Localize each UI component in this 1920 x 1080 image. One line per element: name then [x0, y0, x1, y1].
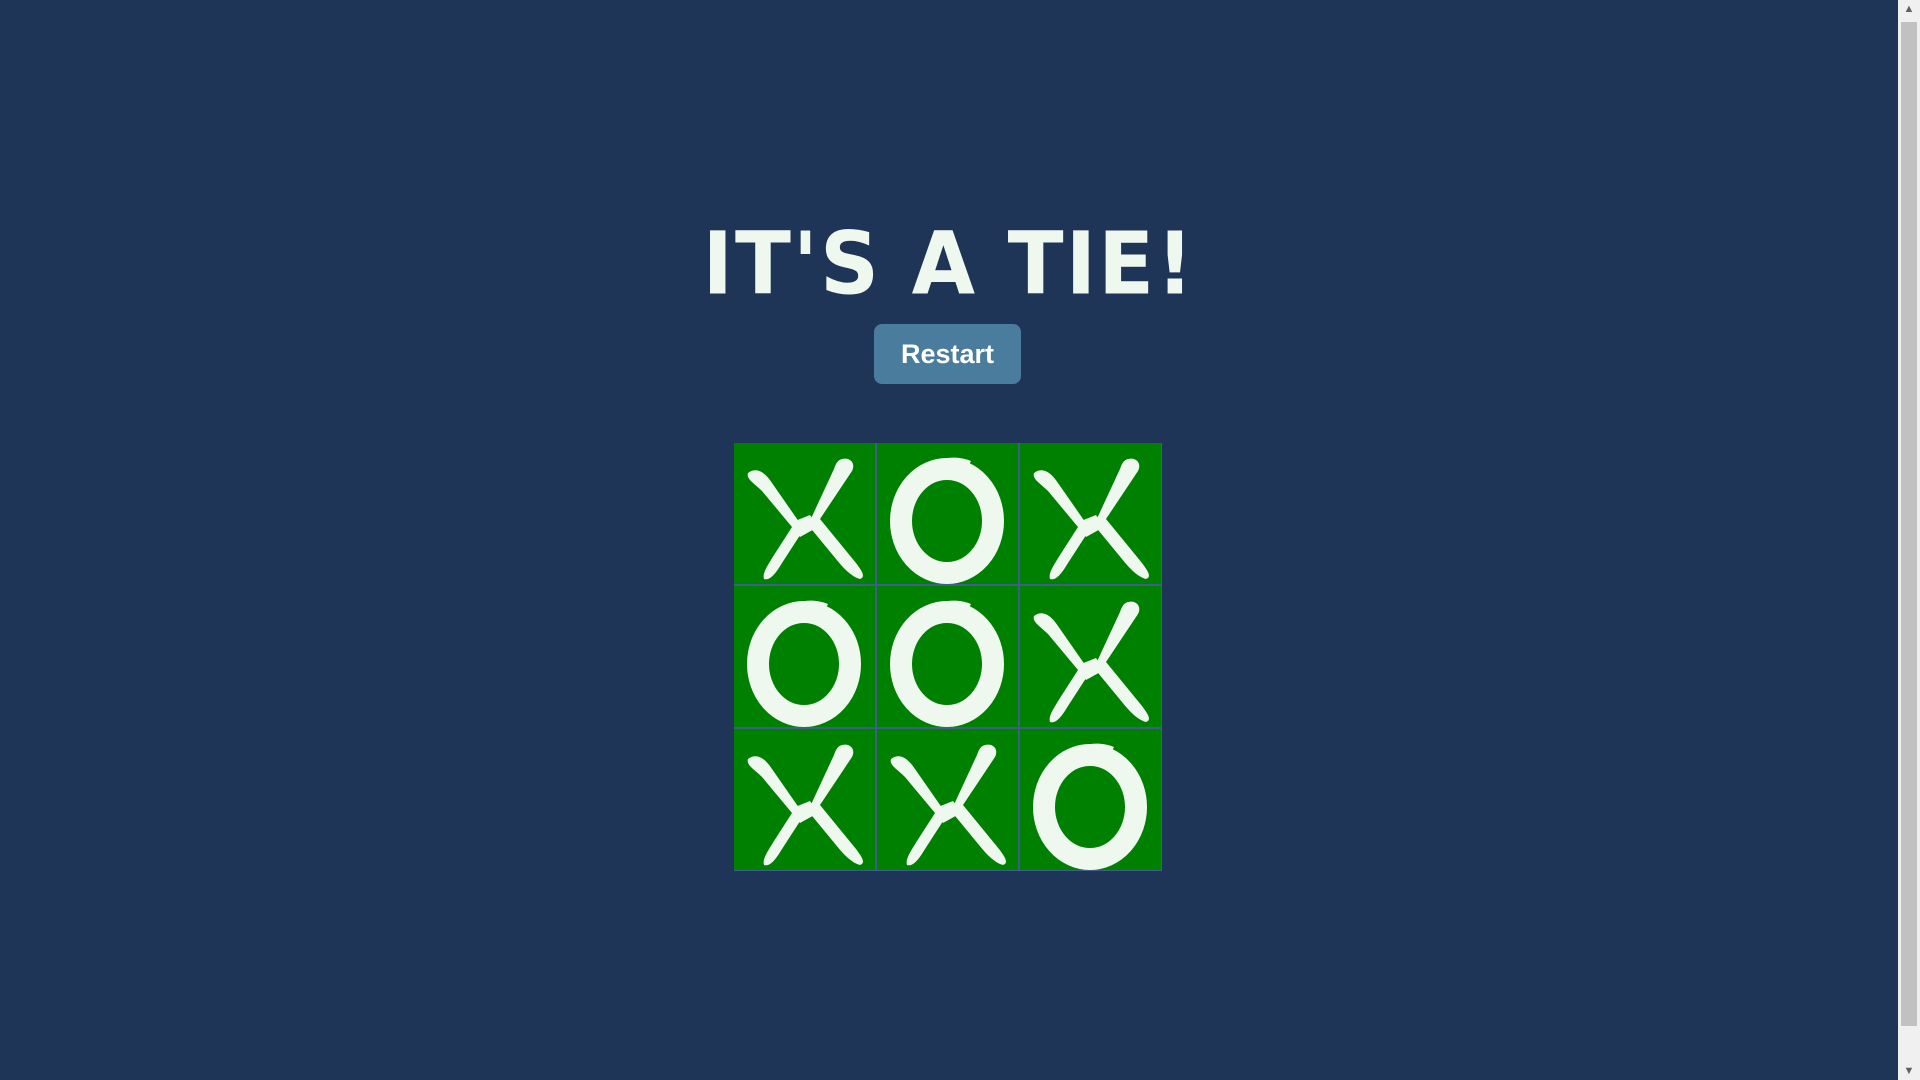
triangle-up-icon[interactable]: ▲ — [1898, 0, 1920, 18]
board-cell-0-1[interactable] — [877, 443, 1018, 584]
board-cell-2-1[interactable] — [877, 729, 1018, 870]
scrollbar-thumb[interactable] — [1901, 22, 1917, 1026]
board-cell-0-0[interactable] — [734, 443, 875, 584]
status-title: IT'S A TIE! — [702, 214, 1196, 315]
brush-x-icon — [747, 458, 863, 580]
board-cell-0-2[interactable] — [1020, 443, 1161, 584]
brush-o-icon — [747, 600, 861, 727]
board-cell-1-0[interactable] — [734, 586, 875, 727]
triangle-down-icon[interactable]: ▼ — [1898, 1062, 1920, 1080]
restart-button[interactable]: Restart — [874, 324, 1021, 384]
board-cell-1-2[interactable] — [1020, 586, 1161, 727]
brush-x-icon — [747, 744, 863, 866]
game-board — [734, 443, 1162, 871]
board-cell-1-1[interactable] — [877, 586, 1018, 727]
brush-x-icon — [1033, 601, 1149, 723]
brush-o-icon — [890, 600, 1004, 727]
brush-o-icon — [1033, 743, 1147, 870]
board-cell-2-2[interactable] — [1020, 729, 1161, 870]
vertical-scrollbar[interactable]: ▲ ▼ — [1898, 0, 1920, 1080]
board-cell-2-0[interactable] — [734, 729, 875, 870]
game-page: IT'S A TIE! Restart — [0, 0, 1898, 1080]
brush-o-icon — [890, 457, 1004, 584]
brush-x-icon — [890, 744, 1006, 866]
brush-x-icon — [1033, 458, 1149, 580]
